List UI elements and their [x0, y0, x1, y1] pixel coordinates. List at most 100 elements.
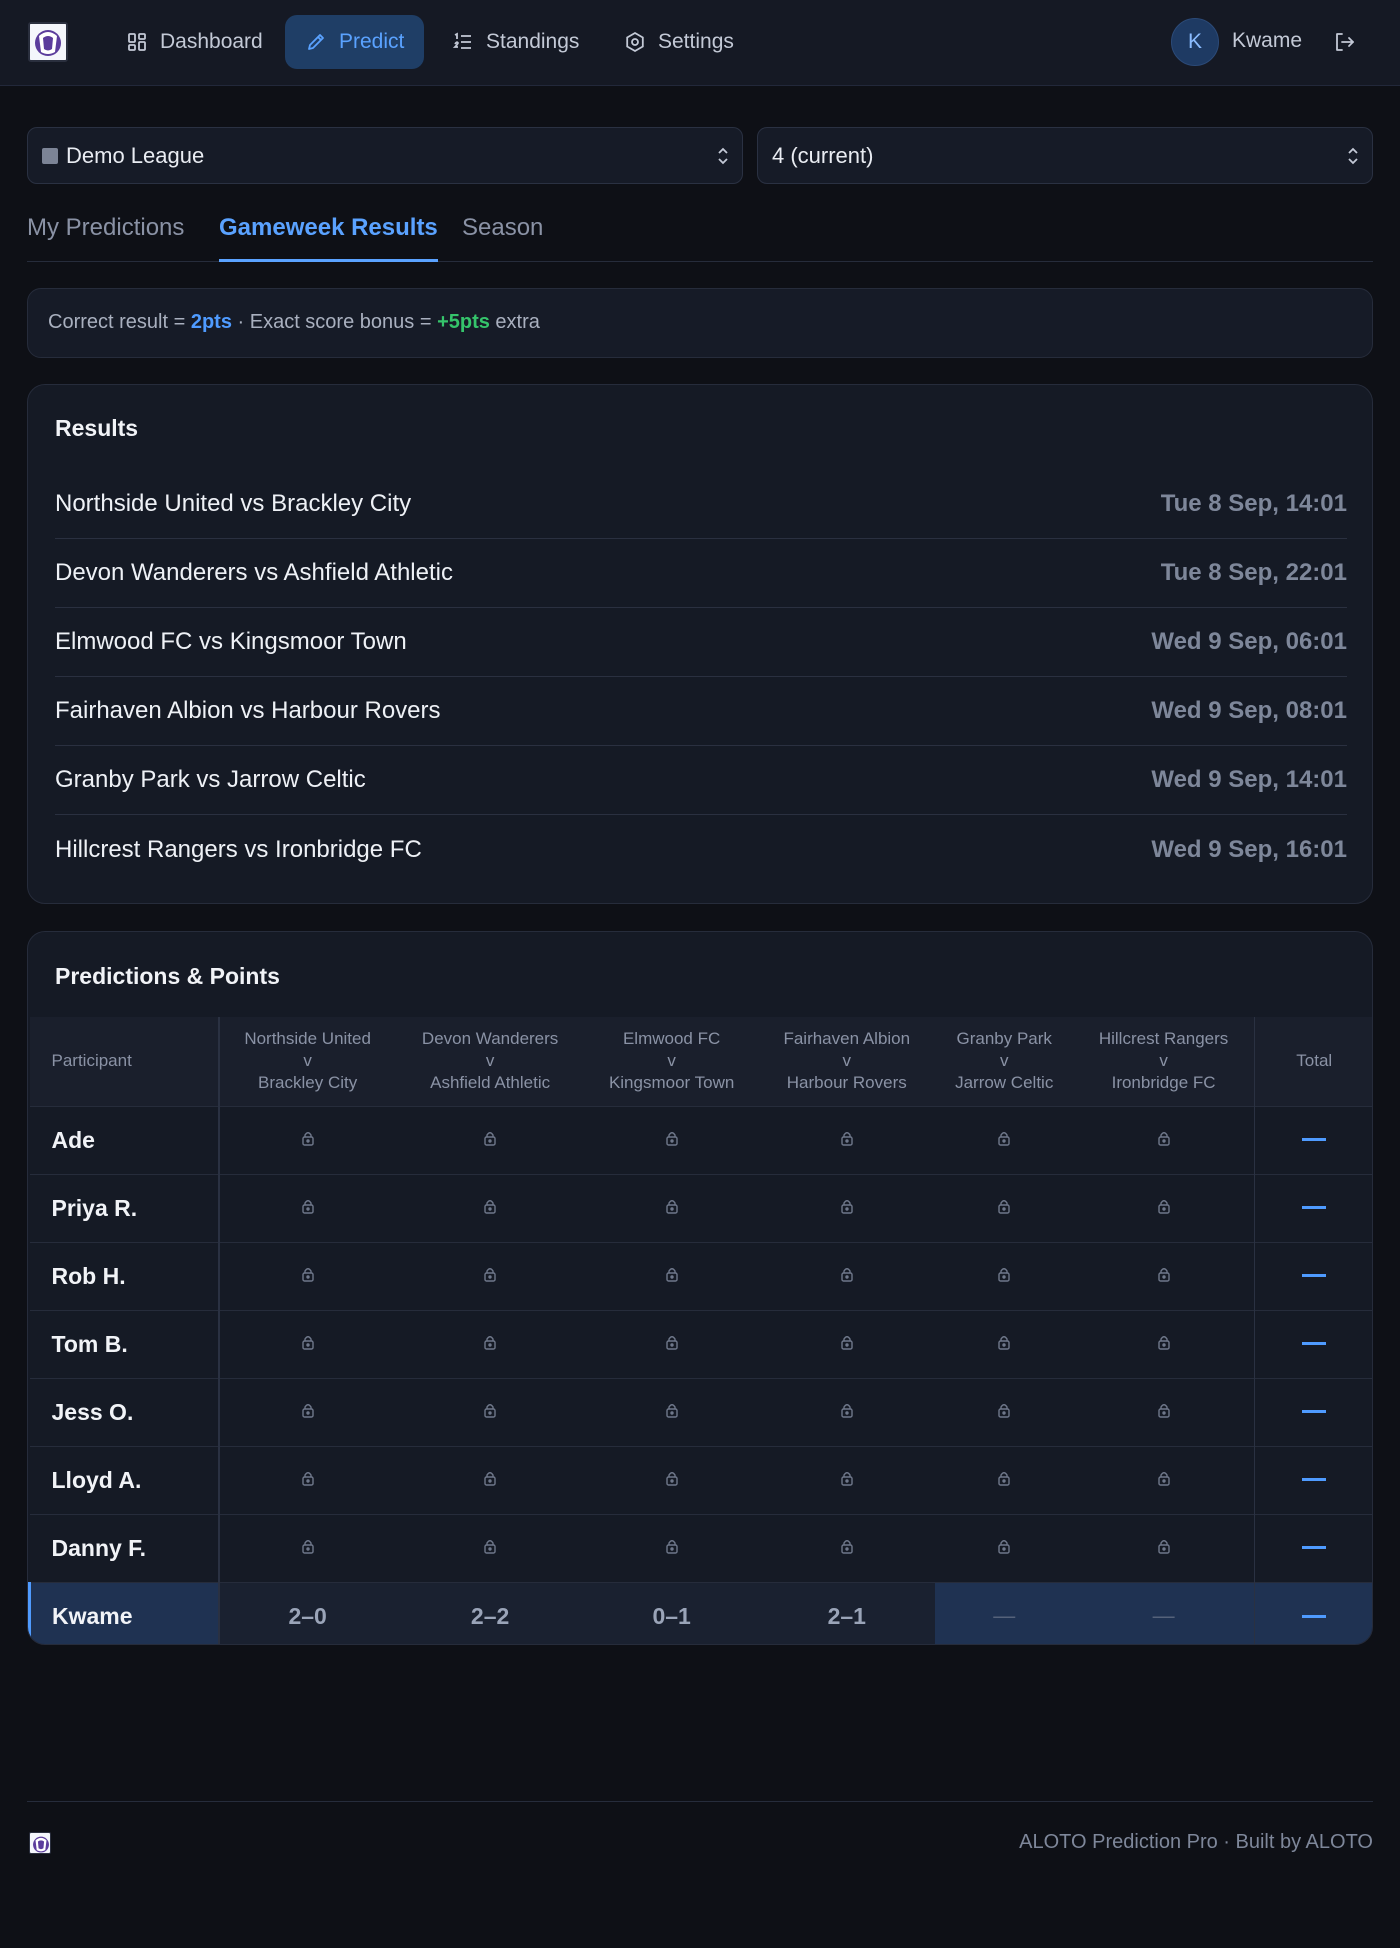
lock-icon — [840, 1266, 854, 1282]
fixture-row[interactable]: Hillcrest Rangers vs Ironbridge FC Wed 9 … — [55, 815, 1347, 884]
locked-prediction-cell — [759, 1514, 935, 1582]
avatar[interactable]: K — [1171, 18, 1219, 66]
lock-icon — [665, 1402, 679, 1418]
participant-total — [1253, 1174, 1372, 1242]
fixture-column-header: Devon Wanderers v Ashfield Athletic — [396, 1017, 585, 1106]
tab-bar: My Predictions Gameweek Results Season — [27, 208, 1373, 262]
nav-settings-label: Settings — [658, 30, 734, 53]
locked-prediction-cell — [396, 1446, 585, 1514]
table-row: Jess O. — [29, 1378, 1372, 1446]
column-header-v: v — [485, 1051, 495, 1071]
locked-prediction-cell — [396, 1514, 585, 1582]
lock-icon — [997, 1334, 1011, 1350]
participant-name: Rob H. — [29, 1242, 220, 1310]
lock-icon — [1157, 1334, 1171, 1350]
gameweek-select-value: 4 (current) — [772, 142, 874, 168]
locked-prediction-cell — [935, 1310, 1074, 1378]
lock-icon — [840, 1130, 854, 1146]
fixture-row[interactable]: Devon Wanderers vs Ashfield Athletic Tue … — [55, 539, 1347, 608]
locked-prediction-cell — [759, 1378, 935, 1446]
column-header-v: v — [667, 1051, 676, 1071]
scoring-correct-label: Correct result = — [48, 311, 191, 333]
fixture-match: Fairhaven Albion vs Harbour Rovers — [55, 697, 441, 724]
fixture-match: Devon Wanderers vs Ashfield Athletic — [55, 559, 453, 586]
lock-icon — [997, 1402, 1011, 1418]
column-header-v: v — [303, 1051, 312, 1071]
locked-prediction-cell — [1074, 1446, 1254, 1514]
chevron-updown-icon — [718, 147, 728, 165]
locked-prediction-cell — [759, 1310, 935, 1378]
fixture-match: Northside United vs Brackley City — [55, 490, 412, 517]
lock-icon — [483, 1130, 497, 1146]
lock-icon — [997, 1538, 1011, 1554]
league-select[interactable]: Demo League — [27, 127, 743, 184]
fixture-row[interactable]: Granby Park vs Jarrow Celtic Wed 9 Sep, 1… — [55, 746, 1347, 815]
locked-prediction-cell — [396, 1106, 585, 1174]
locked-prediction-cell — [219, 1378, 396, 1446]
table-row: Ade — [29, 1106, 1372, 1174]
app-logo[interactable] — [28, 22, 68, 62]
lock-icon — [483, 1470, 497, 1486]
lock-icon — [483, 1198, 497, 1214]
participant-name: Priya R. — [29, 1174, 220, 1242]
nav-dashboard-label: Dashboard — [160, 30, 263, 53]
lock-icon — [301, 1198, 315, 1214]
tab-my-predictions[interactable]: My Predictions — [27, 214, 184, 262]
lock-icon — [483, 1334, 497, 1350]
table-row: Rob H. — [29, 1242, 1372, 1310]
gameweek-select[interactable]: 4 (current) — [757, 127, 1373, 184]
nav-standings[interactable]: Standings — [432, 15, 599, 69]
fixture-match: Hillcrest Rangers vs Ironbridge FC — [55, 835, 422, 863]
table-header-row: Participant Northside United v Brackley Ci… — [29, 1017, 1372, 1106]
lock-icon — [301, 1130, 315, 1146]
fixture-column-header: Elmwood FC v Kingsmoor Town — [584, 1017, 758, 1106]
pencil-icon — [308, 34, 324, 50]
nav-predict[interactable]: Predict — [285, 15, 425, 69]
nav-predict-label: Predict — [339, 30, 405, 53]
top-nav: Dashboard Predict Standings Settings K K… — [0, 0, 1400, 86]
participant-total — [1253, 1378, 1372, 1446]
locked-prediction-cell — [1074, 1310, 1254, 1378]
tab-season[interactable]: Season — [462, 214, 543, 262]
column-header-away: Brackley City — [258, 1073, 358, 1093]
scoring-extra: extra — [489, 311, 540, 333]
current-user-row: Kwame 2–0 2–2 0–1 2–1— — — [28, 1582, 1372, 1644]
total-empty-dash — [1302, 1478, 1327, 1482]
logout-icon[interactable] — [1330, 28, 1358, 56]
locked-prediction-cell — [1074, 1174, 1254, 1242]
chevron-updown-icon — [1348, 147, 1358, 165]
prediction-score: — — [1073, 1582, 1254, 1644]
locked-prediction-cell — [219, 1242, 396, 1310]
total-empty-dash — [1302, 1274, 1327, 1278]
tab-gameweek-results[interactable]: Gameweek Results — [219, 214, 438, 262]
list-ordered-icon — [452, 32, 471, 49]
lock-icon — [997, 1266, 1011, 1282]
nav-dashboard[interactable]: Dashboard — [106, 15, 283, 69]
lock-icon — [665, 1538, 679, 1554]
lock-icon — [483, 1266, 497, 1282]
locked-prediction-cell — [219, 1446, 396, 1514]
table-row: Lloyd A. — [29, 1446, 1372, 1514]
fixture-row[interactable]: Elmwood FC vs Kingsmoor Town Wed 9 Sep, 0… — [55, 608, 1347, 677]
participant-header: Participant — [29, 1017, 220, 1106]
locked-prediction-cell — [584, 1514, 758, 1582]
fixture-row[interactable]: Fairhaven Albion vs Harbour Rovers Wed 9 … — [55, 677, 1347, 746]
lock-icon — [301, 1266, 315, 1282]
lock-icon — [1157, 1266, 1171, 1282]
nav-settings[interactable]: Settings — [604, 15, 754, 69]
fixture-column-header: Fairhaven Albion v Harbour Rovers — [759, 1017, 935, 1106]
lock-icon — [1157, 1402, 1171, 1418]
column-header-home: Hillcrest Rangers — [1098, 1029, 1229, 1049]
total-empty-dash — [1302, 1138, 1327, 1142]
nav-standings-label: Standings — [486, 30, 580, 53]
fixture-time: Wed 9 Sep, 06:01 — [1151, 628, 1347, 655]
fixture-row[interactable]: Northside United vs Brackley City Tue 8 S… — [55, 470, 1347, 539]
locked-prediction-cell — [1074, 1514, 1254, 1582]
lock-icon — [840, 1470, 854, 1486]
column-header-home: Fairhaven Albion — [783, 1029, 911, 1049]
locked-prediction-cell — [1074, 1378, 1254, 1446]
dashboard-icon — [128, 33, 146, 51]
locked-prediction-cell — [396, 1174, 585, 1242]
username[interactable]: Kwame — [1232, 29, 1302, 53]
participant-name: Jess O. — [29, 1378, 220, 1446]
